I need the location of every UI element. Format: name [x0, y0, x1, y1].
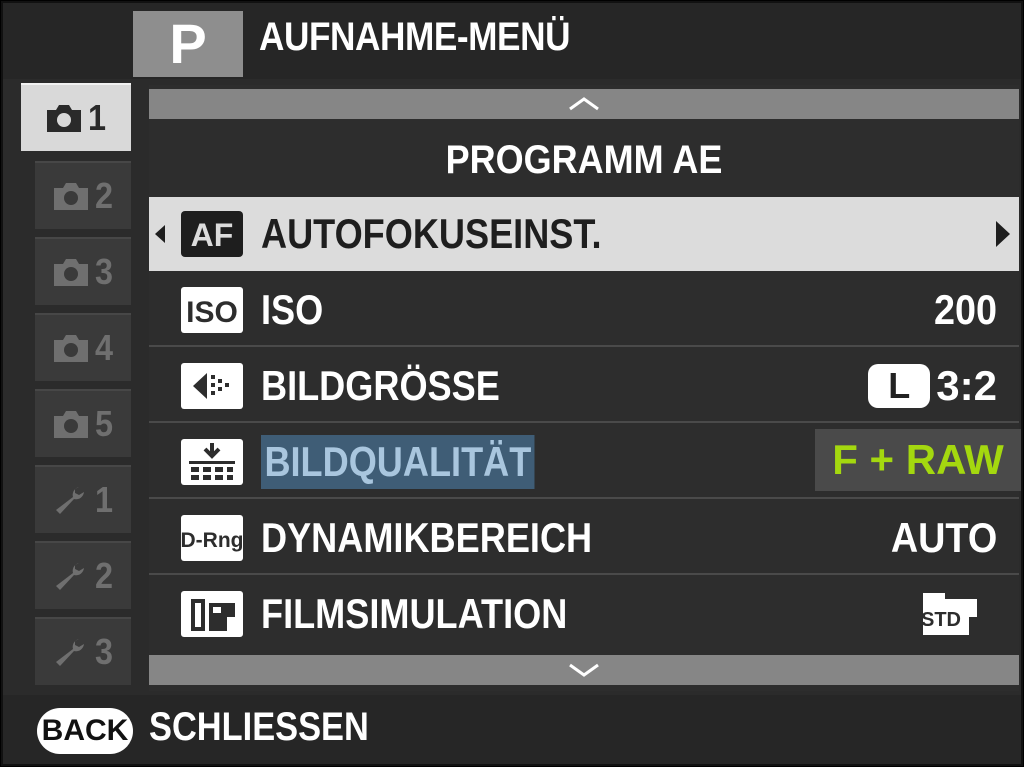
dynamic-range-value: AUTO [890, 514, 997, 561]
menu-item-image-size[interactable]: BILDGRÖSSE L 3:2 [149, 349, 1019, 423]
menu-footer: BACK SCHLIESSEN [3, 695, 1021, 764]
menu-panel: PROGRAMM AE AF AUTOFOKUSEINST. ISO ISO 2… [149, 85, 1021, 691]
image-quality-value: F + RAW [815, 429, 1021, 491]
menu-item-autofocus[interactable]: AF AUTOFOKUSEINST. [149, 197, 1019, 271]
camera-menu-screen: P AUFNAHME-MENÜ 1 2 3 4 5 1 2 3 PROGRAMM… [1, 1, 1023, 766]
arrow-left-icon [155, 225, 165, 243]
wrench-icon [55, 487, 84, 514]
scroll-up-bar[interactable] [149, 89, 1019, 119]
film-simulation-icon [181, 591, 243, 637]
menu-item-label: DYNAMIKBEREICH [261, 514, 593, 561]
menu-item-dynamic-range[interactable]: D-Rng DYNAMIKBEREICH AUTO [149, 501, 1019, 575]
tab-number: 5 [94, 403, 114, 444]
menu-item-film-simulation[interactable]: FILMSIMULATION STD [149, 577, 1019, 651]
svg-text:D-Rng: D-Rng [181, 529, 243, 552]
svg-text:ISO: ISO [186, 296, 238, 329]
camera-icon [46, 105, 81, 132]
image-size-value: L 3:2 [868, 349, 997, 423]
camera-icon [53, 259, 88, 286]
menu-subtitle: PROGRAMM AE [445, 138, 723, 182]
menu-item-label: BILDGRÖSSE [261, 362, 500, 409]
chevron-up-icon [569, 97, 599, 111]
menu-item-label: BILDQUALITÄT [261, 435, 535, 489]
tab-number: 4 [94, 327, 114, 368]
iso-icon: ISO [181, 287, 243, 333]
aspect-ratio-value: 3:2 [936, 362, 997, 409]
tab-setup-2[interactable]: 2 [35, 541, 131, 609]
tab-setup-1[interactable]: 1 [35, 465, 131, 533]
iso-value: 200 [933, 286, 997, 333]
menu-item-iso[interactable]: ISO ISO 200 [149, 273, 1019, 347]
wrench-icon [55, 639, 84, 666]
std-film-icon: STD [921, 593, 977, 635]
af-icon: AF [181, 211, 243, 257]
tab-shooting-4[interactable]: 4 [35, 313, 131, 381]
chevron-down-icon [569, 663, 599, 677]
image-size-icon [181, 363, 243, 409]
camera-icon [53, 183, 88, 210]
tab-shooting-2[interactable]: 2 [35, 161, 131, 229]
tab-number: 1 [87, 97, 107, 138]
size-l-badge: L [868, 364, 931, 408]
camera-icon [53, 335, 88, 362]
arrow-right-icon [996, 221, 1010, 247]
tab-shooting-5[interactable]: 5 [35, 389, 131, 457]
tab-setup-3[interactable]: 3 [35, 617, 131, 685]
tab-number: 2 [94, 175, 114, 216]
tab-number: 1 [94, 479, 114, 520]
menu-item-label: ISO [261, 286, 324, 333]
menu-header: P AUFNAHME-MENÜ [3, 3, 1021, 79]
close-label: SCHLIESSEN [149, 705, 369, 749]
menu-title: AUFNAHME-MENÜ [259, 15, 571, 59]
tab-shooting-3[interactable]: 3 [35, 237, 131, 305]
tab-shooting-1[interactable]: 1 [21, 83, 131, 151]
svg-text:AF: AF [191, 217, 234, 253]
tab-number: 3 [94, 631, 114, 672]
dynamic-range-icon: D-Rng [181, 515, 243, 561]
menu-tabs: 1 2 3 4 5 1 2 3 [21, 83, 147, 689]
wrench-icon [55, 563, 84, 590]
image-quality-icon [181, 439, 243, 485]
menu-item-label: FILMSIMULATION [261, 590, 568, 637]
menu-item-label: AUTOFOKUSEINST. [261, 210, 602, 257]
shooting-mode-badge: P [133, 11, 243, 77]
scroll-down-bar[interactable] [149, 655, 1019, 685]
tab-number: 2 [94, 555, 114, 596]
svg-text:STD: STD [921, 609, 961, 631]
camera-icon [53, 411, 88, 438]
back-button[interactable]: BACK [37, 708, 133, 754]
tab-number: 3 [94, 251, 114, 292]
menu-item-image-quality[interactable]: BILDQUALITÄT F + RAW [149, 425, 1021, 499]
